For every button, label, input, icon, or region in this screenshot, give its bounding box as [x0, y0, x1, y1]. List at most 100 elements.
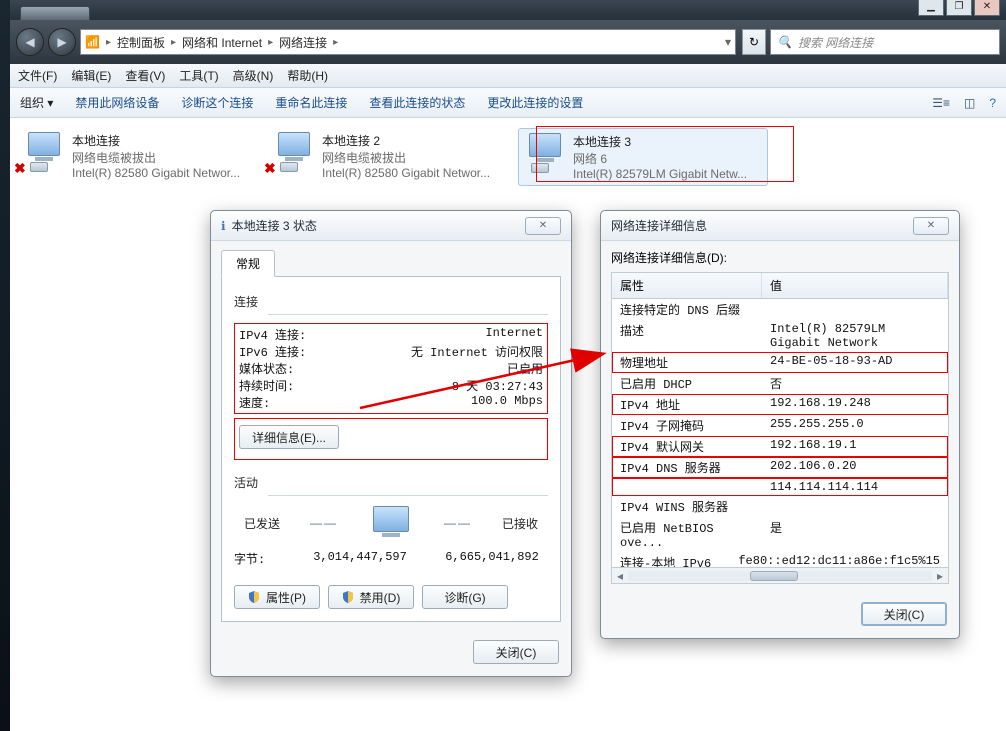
breadcrumb-item[interactable]: 控制面板 — [117, 34, 165, 51]
details-row[interactable]: IPv4 WINS 服务器 — [612, 496, 948, 517]
nav-back-button[interactable]: ◀ — [16, 28, 44, 56]
details-row[interactable]: IPv4 子网掩码255.255.255.0 — [612, 415, 948, 436]
row-val: 100.0 Mbps — [359, 394, 543, 411]
dialog-titlebar[interactable]: 网络连接详细信息 ✕ — [601, 211, 959, 241]
horizontal-scrollbar[interactable]: ◂ ▸ — [611, 568, 949, 584]
help-button[interactable]: ? — [989, 96, 996, 110]
menu-advanced[interactable]: 高级(N) — [233, 67, 274, 84]
dialog-title: 本地连接 3 状态 — [232, 217, 317, 234]
row-key: 持续时间: — [239, 377, 359, 394]
menu-file[interactable]: 文件(F) — [18, 67, 57, 84]
nic-icon — [525, 133, 565, 173]
col-value[interactable]: 值 — [762, 273, 948, 298]
close-button[interactable]: ✕ — [974, 0, 1000, 16]
menu-help[interactable]: 帮助(H) — [287, 67, 328, 84]
address-input[interactable]: 📶 ▸ 控制面板 ▸ 网络和 Internet ▸ 网络连接 ▸ ▾ — [80, 29, 736, 55]
address-icon: 📶 — [85, 35, 100, 49]
search-input[interactable]: 🔍 搜索 网络连接 — [770, 29, 1000, 55]
close-button[interactable]: 关闭(C) — [473, 640, 559, 664]
dialog-close-button[interactable]: ✕ — [525, 217, 561, 235]
details-val: 是 — [762, 517, 948, 552]
close-button[interactable]: 关闭(C) — [861, 602, 947, 626]
details-prop: IPv4 地址 — [612, 394, 762, 415]
details-button[interactable]: 详细信息(E)... — [239, 425, 339, 449]
scroll-right-icon[interactable]: ▸ — [932, 569, 948, 583]
tab-general[interactable]: 常规 — [221, 250, 275, 277]
shield-icon — [248, 591, 260, 603]
info-icon: ℹ — [221, 219, 226, 233]
row-key: IPv6 连接: — [239, 343, 359, 360]
bytes-sent: 3,014,447,597 — [304, 550, 416, 567]
cmd-disable[interactable]: 禁用此网络设备 — [75, 94, 159, 111]
status-dialog: ℹ 本地连接 3 状态 ✕ 常规 连接 IPv4 连接:Internet IPv… — [210, 210, 572, 677]
details-val: fe80::ed12:dc11:a86e:f1c5%15 — [730, 552, 948, 568]
connection-name: 本地连接 2 — [322, 132, 490, 149]
cmd-status[interactable]: 查看此连接的状态 — [369, 94, 465, 111]
connection-item-selected[interactable]: 本地连接 3 网络 6 Intel(R) 82579LM Gigabit Net… — [518, 128, 768, 186]
details-row[interactable]: IPv4 DNS 服务器202.106.0.20 — [612, 457, 948, 478]
maximize-button[interactable]: ❐ — [946, 0, 972, 16]
cmd-settings[interactable]: 更改此连接的设置 — [487, 94, 583, 111]
details-row[interactable]: 已启用 DHCP否 — [612, 373, 948, 394]
activity-icon — [368, 504, 414, 542]
breadcrumb-item[interactable]: 网络和 Internet — [182, 34, 262, 51]
menu-edit[interactable]: 编辑(E) — [71, 67, 111, 84]
details-row[interactable]: IPv4 默认网关192.168.19.1 — [612, 436, 948, 457]
connection-item[interactable]: ✖ 本地连接 2 网络电缆被拔出 Intel(R) 82580 Gigabit … — [268, 128, 518, 186]
details-prop: 物理地址 — [612, 352, 762, 373]
details-row[interactable]: 114.114.114.114 — [612, 478, 948, 496]
nav-forward-button[interactable]: ▶ — [48, 28, 76, 56]
details-val: Intel(R) 82579LM Gigabit Network — [762, 320, 948, 352]
details-prop: 已启用 DHCP — [612, 373, 762, 394]
chevron-icon: ▸ — [106, 37, 111, 48]
refresh-button[interactable]: ↻ — [742, 29, 766, 55]
row-key: IPv4 连接: — [239, 326, 359, 343]
details-row[interactable]: IPv4 地址192.168.19.248 — [612, 394, 948, 415]
minimize-button[interactable]: ▁ — [918, 0, 944, 16]
details-grid[interactable]: 连接特定的 DNS 后缀描述Intel(R) 82579LM Gigabit N… — [611, 298, 949, 568]
connection-item[interactable]: ✖ 本地连接 网络电缆被拔出 Intel(R) 82580 Gigabit Ne… — [18, 128, 268, 186]
dash-icon: —— — [444, 516, 472, 530]
details-heading: 网络连接详细信息(D): — [611, 249, 949, 266]
chevron-icon: ▸ — [171, 37, 176, 48]
properties-button[interactable]: 属性(P) — [234, 585, 320, 609]
diagnose-button[interactable]: 诊断(G) — [422, 585, 508, 609]
menu-tools[interactable]: 工具(T) — [179, 67, 218, 84]
breadcrumb-item[interactable]: 网络连接 — [279, 34, 327, 51]
organize-button[interactable]: 组织 ▾ — [20, 94, 53, 111]
cmd-rename[interactable]: 重命名此连接 — [275, 94, 347, 111]
chevron-icon: ▸ — [333, 37, 338, 48]
details-val: 114.114.114.114 — [762, 478, 948, 496]
disable-button[interactable]: 禁用(D) — [328, 585, 414, 609]
preview-pane-button[interactable]: ◫ — [964, 96, 975, 110]
row-key: 媒体状态: — [239, 360, 359, 377]
dropdown-icon[interactable]: ▾ — [725, 35, 731, 49]
connection-status: 网络电缆被拔出 — [322, 149, 490, 166]
window-titlebar: ▁ ❐ ✕ — [10, 0, 1006, 20]
connection-adapter: Intel(R) 82580 Gigabit Networ... — [72, 166, 240, 180]
tab-stub[interactable] — [20, 6, 90, 20]
viewmode-button[interactable]: ☰≡ — [932, 96, 950, 110]
unplugged-icon: ✖ — [14, 160, 26, 177]
col-property[interactable]: 属性 — [612, 273, 762, 298]
connections-list: ✖ 本地连接 网络电缆被拔出 Intel(R) 82580 Gigabit Ne… — [10, 118, 1006, 196]
details-row[interactable]: 物理地址24-BE-05-18-93-AD — [612, 352, 948, 373]
details-prop: 连接-本地 IPv6 地址 — [612, 552, 730, 568]
dialog-titlebar[interactable]: ℹ 本地连接 3 状态 ✕ — [211, 211, 571, 241]
row-val: Internet — [359, 326, 543, 343]
dialog-close-button[interactable]: ✕ — [913, 217, 949, 235]
details-val — [762, 496, 948, 517]
bytes-label: 字节: — [234, 550, 304, 567]
menu-bar: 文件(F) 编辑(E) 查看(V) 工具(T) 高级(N) 帮助(H) — [10, 64, 1006, 88]
connection-status: 网络电缆被拔出 — [72, 149, 240, 166]
scroll-thumb[interactable] — [750, 571, 798, 581]
unplugged-icon: ✖ — [264, 160, 276, 177]
scroll-left-icon[interactable]: ◂ — [612, 569, 628, 583]
connection-name: 本地连接 — [72, 132, 240, 149]
details-row[interactable]: 连接-本地 IPv6 地址fe80::ed12:dc11:a86e:f1c5%1… — [612, 552, 948, 568]
cmd-diagnose[interactable]: 诊断这个连接 — [181, 94, 253, 111]
details-row[interactable]: 已启用 NetBIOS ove...是 — [612, 517, 948, 552]
details-row[interactable]: 描述Intel(R) 82579LM Gigabit Network — [612, 320, 948, 352]
menu-view[interactable]: 查看(V) — [125, 67, 165, 84]
details-row[interactable]: 连接特定的 DNS 后缀 — [612, 299, 948, 320]
